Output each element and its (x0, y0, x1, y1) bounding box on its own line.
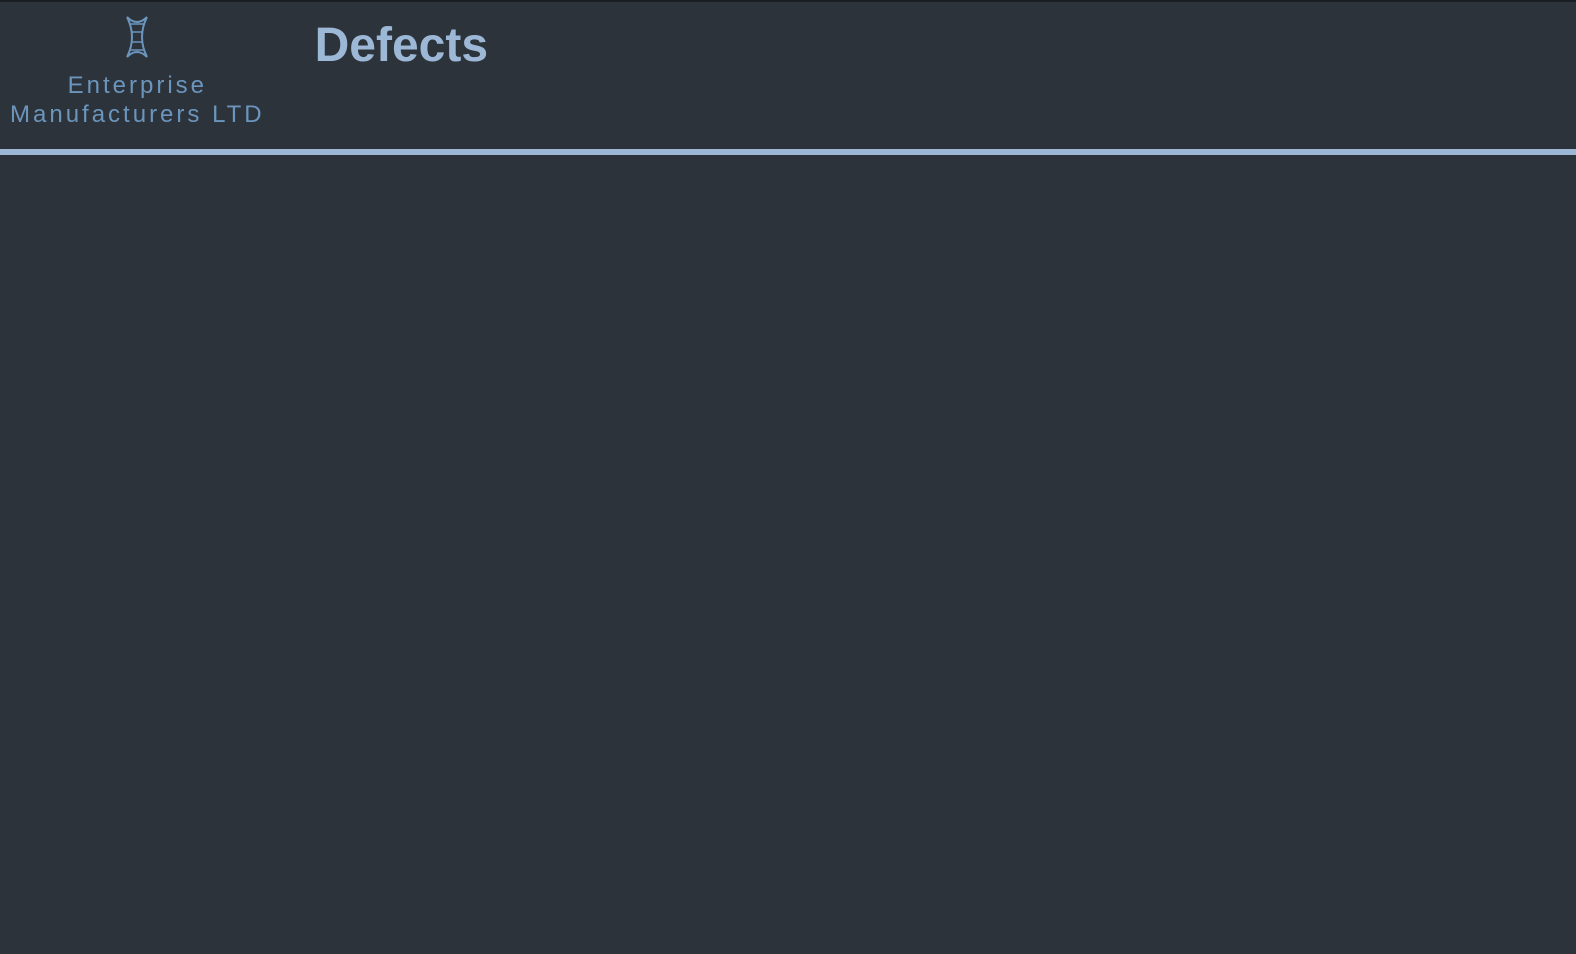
company-name-line2: Manufacturers LTD (10, 101, 265, 130)
company-name: Enterprise Manufacturers LTD (10, 72, 265, 130)
company-name-line1: Enterprise (10, 72, 265, 101)
logo-container: Enterprise Manufacturers LTD (10, 12, 265, 130)
header: Enterprise Manufacturers LTD Defects (0, 0, 1576, 155)
dna-helix-icon (112, 12, 162, 67)
page-title: Defects (315, 18, 488, 73)
main-content (0, 155, 1576, 948)
